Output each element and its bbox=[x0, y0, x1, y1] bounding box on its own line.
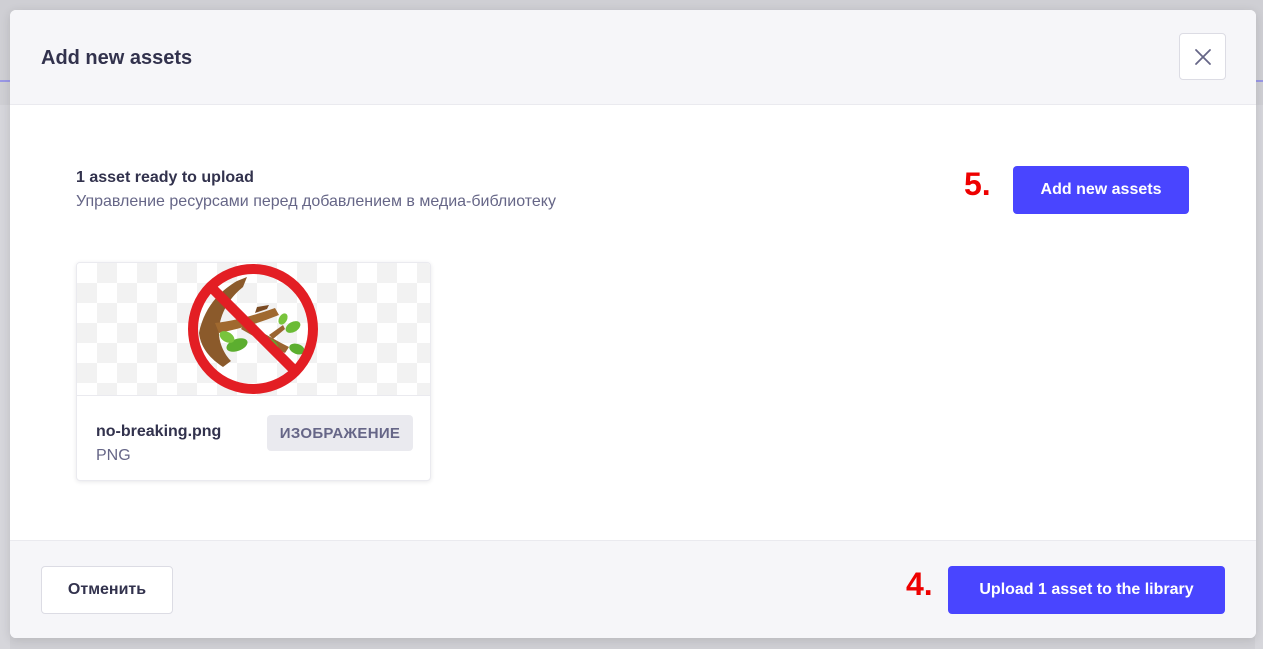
background-right-strip bbox=[1255, 105, 1263, 649]
background-left-strip bbox=[0, 105, 10, 649]
modal-title: Add new assets bbox=[41, 47, 193, 69]
step-marker-5: 5. bbox=[964, 166, 991, 202]
assets-summary-title: 1 asset ready to upload bbox=[76, 169, 254, 186]
asset-card[interactable]: no-breaking.png PNG ИЗОБРАЖЕНИЕ bbox=[76, 262, 431, 481]
add-new-assets-button[interactable]: Add new assets bbox=[1013, 166, 1189, 214]
no-breaking-branch-icon bbox=[188, 264, 318, 394]
modal-header: Add new assets bbox=[10, 10, 1256, 105]
step-marker-4: 4. bbox=[906, 566, 933, 602]
asset-type-badge: ИЗОБРАЖЕНИЕ bbox=[267, 415, 413, 451]
upload-assets-button[interactable]: Upload 1 asset to the library bbox=[948, 566, 1225, 614]
close-button[interactable] bbox=[1179, 33, 1226, 80]
assets-summary-subtitle: Управление ресурсами перед добавлением в… bbox=[76, 193, 556, 210]
modal-footer: Отменить 4. Upload 1 asset to the librar… bbox=[10, 540, 1256, 638]
asset-file-extension: PNG bbox=[96, 447, 131, 464]
cancel-button[interactable]: Отменить bbox=[41, 566, 173, 614]
close-icon bbox=[1194, 48, 1211, 65]
asset-preview bbox=[77, 263, 430, 396]
add-assets-modal: Add new assets 1 asset ready to upload У… bbox=[10, 10, 1256, 638]
asset-file-name: no-breaking.png bbox=[96, 423, 222, 440]
